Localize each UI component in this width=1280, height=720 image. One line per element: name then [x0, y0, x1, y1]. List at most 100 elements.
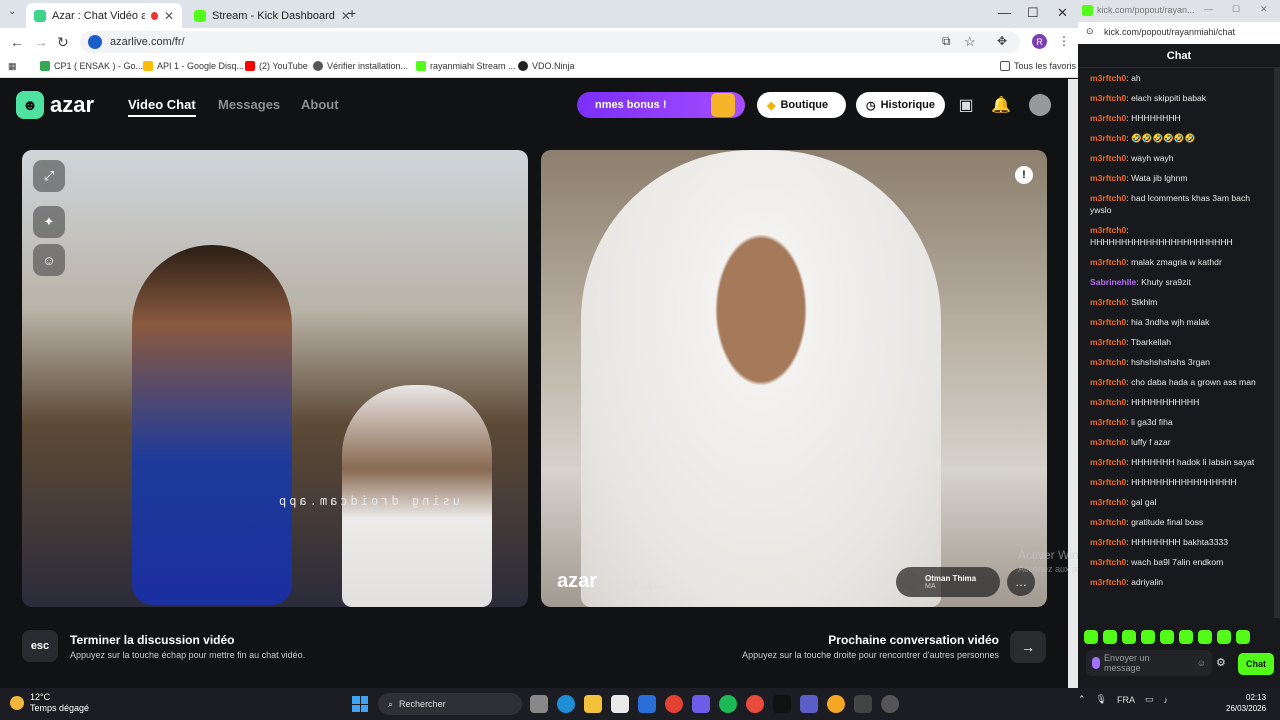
maximize-icon[interactable]: ☐: [1232, 4, 1240, 15]
chat-username[interactable]: m3rftch0: [1090, 153, 1126, 163]
chat-username[interactable]: m3rftch0: [1090, 517, 1126, 527]
historique-button[interactable]: ◷ Historique: [856, 92, 945, 118]
nav-messages[interactable]: Messages: [218, 97, 280, 112]
magic-wand-icon[interactable]: ✦: [33, 206, 65, 238]
emote-icon[interactable]: [1141, 630, 1155, 644]
volume-icon[interactable]: ♪: [1164, 695, 1169, 705]
emoji-icon[interactable]: ☺: [1197, 658, 1206, 668]
bookmark-item[interactable]: API 1 - Google Disq...: [143, 61, 244, 71]
weather-widget[interactable]: 12°C Temps dégagé: [10, 692, 89, 714]
forward-icon[interactable]: →: [34, 34, 48, 50]
app-icon[interactable]: [854, 695, 872, 713]
taskbar-search[interactable]: ⌕ Rechercher: [378, 693, 522, 715]
boutique-button[interactable]: ◆ Boutique: [757, 92, 846, 118]
chat-username[interactable]: m3rftch0: [1090, 297, 1126, 307]
clock[interactable]: 02:13 26/03/2026: [1226, 692, 1266, 714]
tiktok-icon[interactable]: [773, 695, 791, 713]
chat-username[interactable]: m3rftch0: [1090, 497, 1126, 507]
chat-send-button[interactable]: Chat: [1238, 653, 1274, 675]
emote-icon[interactable]: [1179, 630, 1193, 644]
teams-icon[interactable]: [800, 695, 818, 713]
bonus-button[interactable]: nmes bonus !: [577, 92, 745, 118]
apps-icon[interactable]: ▦: [8, 61, 17, 72]
reload-icon[interactable]: ↻: [57, 34, 69, 51]
close-window-icon[interactable]: ✕: [1057, 5, 1068, 21]
windows-start-icon[interactable]: [352, 696, 368, 712]
chat-username[interactable]: m3rftch0: [1090, 173, 1126, 183]
task-view-icon[interactable]: [530, 695, 548, 713]
user-avatar[interactable]: [1029, 94, 1051, 116]
close-window-icon[interactable]: ✕: [1260, 4, 1268, 15]
bookmark-item[interactable]: Vérifier installation...: [313, 61, 408, 71]
emote-icon[interactable]: [1084, 630, 1098, 644]
spotify-icon[interactable]: [719, 695, 737, 713]
store-icon[interactable]: [611, 695, 629, 713]
back-icon[interactable]: ←: [10, 34, 24, 50]
copilot-icon[interactable]: [692, 695, 710, 713]
bookmark-item[interactable]: rayanmiahi Stream ...: [416, 61, 516, 71]
chat-username[interactable]: m3rftch0: [1090, 193, 1126, 203]
tab-kick[interactable]: Stream - Kick Dashboard ✕: [186, 3, 351, 28]
bookmark-item[interactable]: (2) YouTube: [245, 61, 308, 71]
chat-username[interactable]: m3rftch0: [1090, 337, 1126, 347]
menu-icon[interactable]: ⋮: [1058, 34, 1070, 48]
file-explorer-icon[interactable]: [584, 695, 602, 713]
chat-username[interactable]: m3rftch0: [1090, 93, 1126, 103]
bookmark-item[interactable]: VDO.Ninja: [518, 61, 575, 71]
bookmark-item[interactable]: CP1 ( ENSAK ) - Go...: [40, 61, 143, 71]
language-indicator[interactable]: FRA: [1117, 695, 1135, 705]
chat-username[interactable]: m3rftch0: [1090, 113, 1126, 123]
nav-about[interactable]: About: [301, 97, 339, 112]
chat-username[interactable]: m3rftch0: [1090, 73, 1126, 83]
app-icon[interactable]: [746, 695, 764, 713]
edge-icon[interactable]: [557, 695, 575, 713]
nav-video-chat[interactable]: Video Chat: [128, 97, 196, 117]
chat-scrollbar[interactable]: [1274, 68, 1280, 618]
minimize-icon[interactable]: —: [998, 5, 1011, 20]
chat-username[interactable]: m3rftch0: [1090, 417, 1126, 427]
mic-icon[interactable]: [1092, 657, 1100, 669]
chat-username[interactable]: m3rftch0: [1090, 577, 1126, 587]
peer-card[interactable]: Otman Thima MA: [896, 567, 1000, 597]
network-icon[interactable]: ▭: [1145, 694, 1154, 705]
expand-icon[interactable]: ⤢: [33, 160, 65, 192]
emote-icon[interactable]: [1236, 630, 1250, 644]
url-input[interactable]: azarlive.com/fr/: [80, 31, 1020, 53]
mail-icon[interactable]: [638, 695, 656, 713]
chat-username[interactable]: m3rftch0: [1090, 257, 1126, 267]
chat-username[interactable]: m3rftch0: [1090, 397, 1126, 407]
close-icon[interactable]: ✕: [164, 9, 174, 23]
new-tab-button[interactable]: +: [348, 5, 356, 21]
chat-username[interactable]: m3rftch0: [1090, 317, 1126, 327]
chat-username[interactable]: m3rftch0: [1090, 557, 1126, 567]
install-icon[interactable]: ⧉: [942, 34, 951, 49]
tab-search-icon[interactable]: ⌄: [8, 6, 16, 17]
chat-username[interactable]: m3rftch0: [1090, 225, 1126, 235]
inbox-icon[interactable]: ▣: [956, 95, 976, 115]
chat-username[interactable]: m3rftch0: [1090, 357, 1126, 367]
chat-username[interactable]: Sabrinehlle: [1090, 277, 1136, 287]
browser-icon[interactable]: [827, 695, 845, 713]
chat-username[interactable]: m3rftch0: [1090, 437, 1126, 447]
emote-icon[interactable]: [1103, 630, 1117, 644]
chat-username[interactable]: m3rftch0: [1090, 537, 1126, 547]
emote-icon[interactable]: [1160, 630, 1174, 644]
emote-icon[interactable]: [1198, 630, 1212, 644]
all-bookmarks[interactable]: Tous les favoris: [1000, 61, 1076, 71]
minimize-icon[interactable]: —: [1204, 4, 1213, 14]
mic-icon[interactable]: 🎙: [1096, 694, 1107, 705]
obs-icon[interactable]: [881, 695, 899, 713]
next-button[interactable]: →: [1010, 631, 1046, 663]
chat-username[interactable]: m3rftch0: [1090, 477, 1126, 487]
site-info-icon[interactable]: ⊙: [1086, 26, 1094, 37]
profile-avatar[interactable]: R: [1032, 34, 1047, 49]
chat-username[interactable]: m3rftch0: [1090, 377, 1126, 387]
chat-username[interactable]: m3rftch0: [1090, 133, 1126, 143]
chat-username[interactable]: m3rftch0: [1090, 457, 1126, 467]
gear-icon[interactable]: ⚙: [1216, 656, 1226, 669]
face-filter-icon[interactable]: ☺: [33, 244, 65, 276]
page-scrollbar[interactable]: [1068, 79, 1078, 688]
site-info-icon[interactable]: [88, 35, 102, 49]
chevron-up-icon[interactable]: ⌃: [1078, 694, 1086, 705]
emote-icon[interactable]: [1217, 630, 1231, 644]
